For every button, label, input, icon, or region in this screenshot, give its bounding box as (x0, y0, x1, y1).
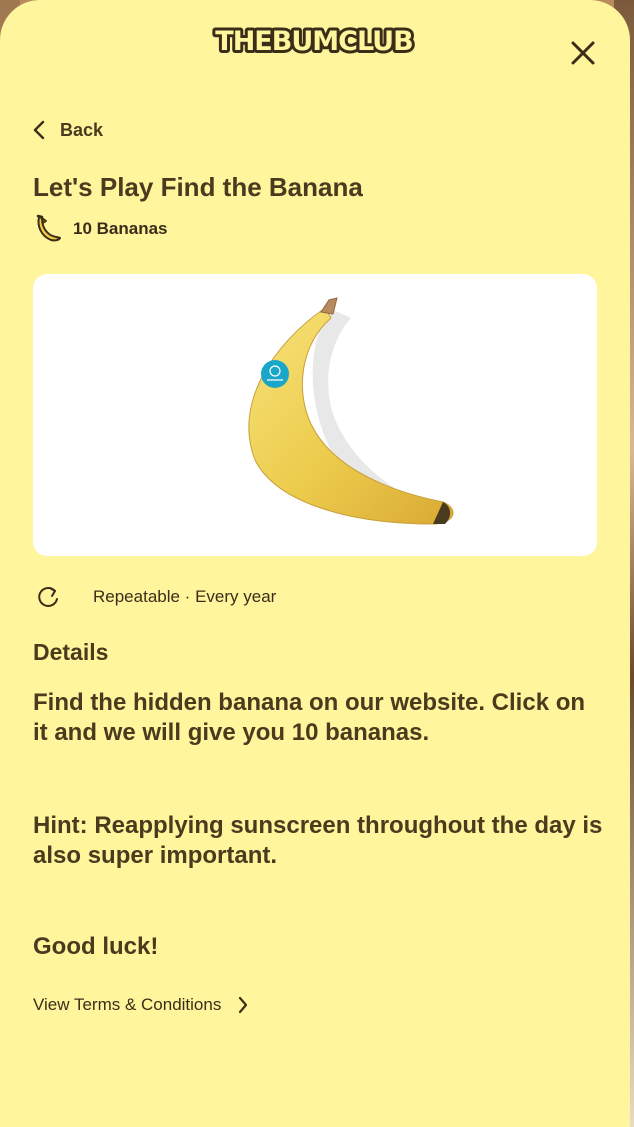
reward-amount-label: 10 Bananas (73, 219, 168, 238)
details-hint: Hint: Reapplying sunscreen throughout th… (33, 812, 603, 869)
back-button[interactable]: Back (32, 117, 103, 143)
reward-amount: 10 Bananas (33, 214, 168, 244)
frequency-row: Repeatable · Every year (33, 582, 276, 612)
banana-illustration (248, 297, 454, 525)
details-paragraph: Find the hidden banana on our website. C… (33, 689, 586, 746)
details-signoff: Good luck! (33, 933, 159, 960)
terms-label: View Terms & Conditions (33, 995, 222, 1014)
frequency-label: Repeatable · Every year (93, 587, 277, 606)
panel-header: THEBUMCLUB (0, 14, 630, 66)
chevron-right-icon (239, 996, 248, 1014)
banana-icon (36, 214, 61, 242)
logo-wordmark: THEBUMCLUB (215, 26, 412, 57)
brand-logo: THEBUMCLUB (212, 23, 416, 60)
chevron-left-icon (33, 120, 45, 140)
page-title: Let's Play Find the Banana (33, 172, 363, 202)
details-heading: Details (33, 639, 109, 665)
back-label: Back (60, 119, 104, 140)
close-icon[interactable] (566, 36, 600, 70)
brand-sticker-icon (261, 360, 289, 388)
reward-detail-panel: THEBUMCLUB Back Let's Play Find the Bana… (0, 0, 630, 1127)
banana-image (33, 274, 597, 556)
refresh-icon (38, 586, 58, 607)
terms-link[interactable]: View Terms & Conditions (33, 995, 249, 1015)
